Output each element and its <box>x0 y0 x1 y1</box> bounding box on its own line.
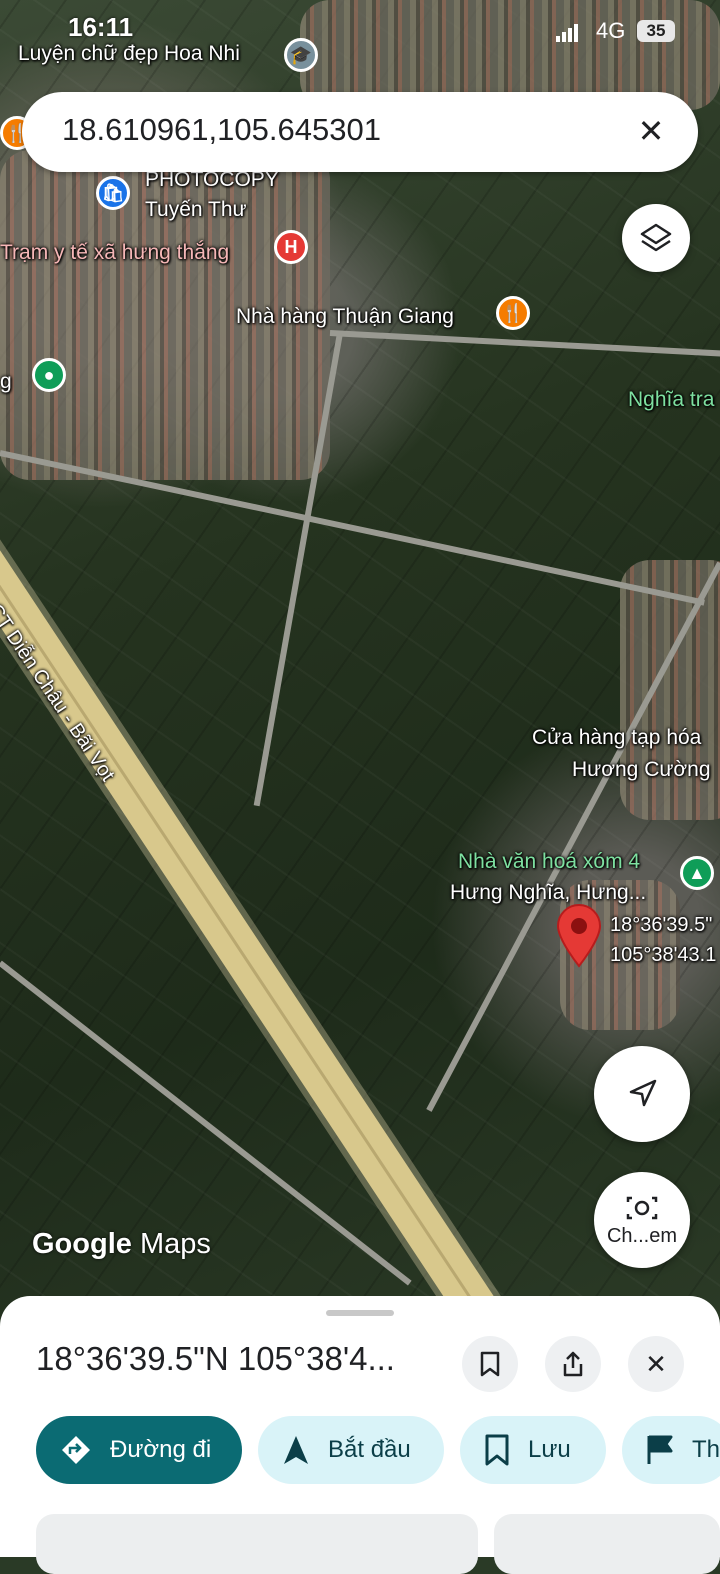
map-label[interactable]: Hương Cường <box>572 758 711 782</box>
place-title: 18°36'39.5"N 105°38'4... <box>36 1340 395 1377</box>
my-location-button[interactable] <box>594 1046 690 1142</box>
hospital-pin-icon[interactable]: H <box>274 230 308 264</box>
battery-icon: 35 <box>637 20 675 42</box>
share-button[interactable] <box>545 1336 601 1392</box>
close-icon: ✕ <box>645 1348 667 1379</box>
search-bar[interactable]: 18.610961,105.645301 ✕ <box>22 92 698 172</box>
map-label[interactable]: Hưng Nghĩa, Hưng... <box>450 881 646 905</box>
map-label[interactable]: Cửa hàng tạp hóa <box>532 726 701 750</box>
save-button[interactable]: Lưu <box>460 1416 606 1484</box>
info-card[interactable] <box>36 1514 478 1574</box>
place-pin-icon[interactable]: ● <box>32 358 66 392</box>
close-sheet-button[interactable]: ✕ <box>628 1336 684 1392</box>
navigation-icon <box>284 1436 308 1464</box>
navigation-arrow-icon <box>629 1079 657 1107</box>
more-chip-label: Th <box>692 1436 720 1463</box>
camera-search-button[interactable]: Ch...em <box>594 1172 690 1268</box>
map-label[interactable]: Nhà hàng Thuận Giang <box>236 305 454 329</box>
status-time: 16:11 <box>68 12 134 42</box>
camera-label: Ch...em <box>606 1224 678 1247</box>
map-label[interactable]: Trạm y tế xã hưng thắng <box>0 241 229 265</box>
bookmark-icon <box>480 1351 500 1377</box>
camera-icon <box>626 1196 658 1219</box>
map-label[interactable]: Nhà văn hoá xóm 4 <box>458 850 640 874</box>
info-card[interactable] <box>494 1514 720 1574</box>
save-label: Lưu <box>528 1436 571 1463</box>
bottom-sheet[interactable]: 18°36'39.5"N 105°38'4... ✕ Đường đi Bắt … <box>0 1296 720 1574</box>
directions-button[interactable]: Đường đi <box>36 1416 242 1484</box>
status-bar: 16:11 4G 35 <box>0 10 720 50</box>
bookmark-button[interactable] <box>462 1336 518 1392</box>
map-label[interactable]: Nghĩa tra <box>628 388 714 412</box>
park-pin-icon[interactable]: ▲ <box>680 856 714 890</box>
pin-coordinate-label: 105°38'43.1 <box>610 944 717 966</box>
sheet-drag-handle[interactable] <box>326 1310 394 1316</box>
layers-icon <box>640 223 672 252</box>
directions-icon <box>62 1436 90 1464</box>
directions-label: Đường đi <box>110 1436 212 1463</box>
signal-icon <box>556 24 580 42</box>
shopping-pin-icon[interactable]: 🛍 <box>96 176 130 210</box>
dropped-pin-icon[interactable] <box>556 904 602 968</box>
restaurant-pin-icon[interactable]: 🍴 <box>496 296 530 330</box>
pin-coordinate-label: 18°36'39.5" <box>610 914 713 936</box>
more-chip-button[interactable]: Th <box>622 1416 720 1484</box>
google-maps-watermark: Google Maps <box>32 1228 211 1260</box>
layers-button[interactable] <box>622 204 690 272</box>
share-icon <box>563 1351 583 1377</box>
start-label: Bắt đầu <box>328 1436 411 1463</box>
bookmark-icon <box>485 1434 509 1466</box>
flag-icon <box>647 1435 673 1464</box>
start-button[interactable]: Bắt đầu <box>258 1416 444 1484</box>
close-icon[interactable]: ✕ <box>628 108 674 154</box>
network-type: 4G <box>596 18 626 43</box>
map-label[interactable]: Tuyến Thư <box>145 198 247 222</box>
search-query[interactable]: 18.610961,105.645301 <box>62 112 381 148</box>
map-label[interactable]: g <box>0 370 12 394</box>
